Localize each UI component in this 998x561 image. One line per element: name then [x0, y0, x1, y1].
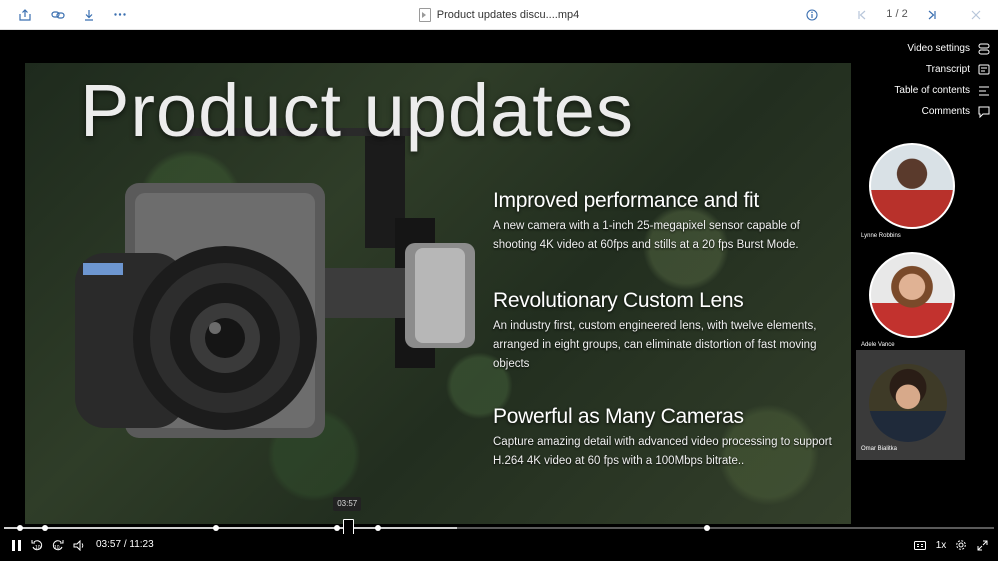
pause-icon[interactable] [8, 534, 24, 556]
comments-button[interactable]: Comments [850, 101, 990, 122]
transcript-button[interactable]: Transcript [850, 59, 990, 80]
rewind-10-icon[interactable]: 10 [29, 534, 45, 556]
participant-name: Omar Bialitka [861, 446, 898, 452]
bullet-text: A new camera with a 1-inch 25-megapixel … [493, 220, 800, 251]
bullet-heading: Powerful as Many Cameras [493, 405, 744, 428]
svg-text:10: 10 [54, 545, 60, 551]
link-icon[interactable] [47, 0, 69, 29]
chapter-marker[interactable] [334, 525, 340, 531]
participant-tile: Adele Vance [861, 252, 955, 348]
video-settings-icon [978, 43, 990, 55]
participant-name: Lynne Robbins [861, 233, 901, 239]
avatar [869, 252, 955, 338]
captions-icon[interactable] [912, 534, 928, 556]
bullet-heading: Revolutionary Custom Lens [493, 289, 744, 312]
seek-played [4, 527, 457, 529]
seek-bar[interactable]: 03:57 [0, 497, 998, 538]
download-icon[interactable] [78, 0, 100, 29]
time-separator: / [123, 539, 127, 550]
bullet-section: Revolutionary Custom Lens An industry fi… [493, 289, 843, 374]
bullet-section: Powerful as Many Cameras Capture amazing… [493, 405, 843, 471]
transcript-label: Transcript [925, 64, 970, 75]
chapter-marker[interactable] [17, 525, 23, 531]
seek-tooltip: 03:57 [333, 497, 362, 511]
chapter-marker[interactable] [42, 525, 48, 531]
side-menu: Video settings Transcript Table of conte… [850, 38, 990, 122]
bullet-section: Improved performance and fit A new camer… [493, 189, 843, 255]
comments-label: Comments [921, 106, 970, 117]
avatar [869, 364, 947, 442]
toc-label: Table of contents [894, 85, 970, 96]
forward-10-icon[interactable]: 10 [50, 534, 66, 556]
video-settings-button[interactable]: Video settings [850, 38, 990, 59]
svg-text:10: 10 [35, 545, 41, 551]
current-time: 03:57 [96, 539, 122, 550]
list-icon [978, 85, 990, 97]
close-icon[interactable] [965, 0, 987, 29]
video-settings-label: Video settings [907, 43, 970, 54]
volume-icon[interactable] [71, 534, 87, 556]
file-title-bar: Product updates discu....mp4 [0, 0, 998, 29]
avatar [869, 143, 955, 229]
top-toolbar: Product updates discu....mp4 1 / 2 [0, 0, 998, 30]
bullet-text: An industry first, custom engineered len… [493, 320, 817, 370]
next-icon[interactable] [921, 0, 943, 29]
slide-title: Product updates [80, 69, 634, 152]
table-of-contents-button[interactable]: Table of contents [850, 80, 990, 101]
file-title: Product updates discu....mp4 [436, 8, 580, 21]
bullet-heading: Improved performance and fit [493, 189, 759, 212]
slide-frame: Product updates Improved performance and… [25, 63, 851, 524]
participant-name: Adele Vance [861, 342, 895, 348]
duration: 11:23 [129, 539, 154, 550]
share-icon[interactable] [14, 0, 36, 29]
chapter-marker[interactable] [375, 525, 381, 531]
comment-icon [978, 106, 990, 118]
camera-image [75, 128, 475, 438]
time-display: 03:57 / 11:23 [96, 534, 154, 556]
participant-tile: Lynne Robbins [861, 143, 955, 239]
bullet-text: Capture amazing detail with advanced vid… [493, 436, 832, 467]
video-file-icon [418, 7, 431, 22]
player-controls: 10 10 03:57 / 11:23 1x [0, 534, 998, 561]
more-icon[interactable] [109, 0, 131, 29]
info-icon[interactable] [801, 0, 823, 29]
settings-gear-icon[interactable] [953, 534, 969, 556]
transcript-icon [978, 64, 990, 76]
chapter-marker[interactable] [704, 525, 710, 531]
video-stage[interactable]: Product updates Improved performance and… [0, 30, 998, 527]
playback-speed-button[interactable]: 1x [932, 534, 950, 556]
fullscreen-icon[interactable] [974, 534, 990, 556]
chapter-marker[interactable] [213, 525, 219, 531]
page-indicator: 1 / 2 [886, 8, 908, 20]
participant-tile-active: Omar Bialitka [856, 350, 965, 460]
prev-icon[interactable] [851, 0, 873, 29]
